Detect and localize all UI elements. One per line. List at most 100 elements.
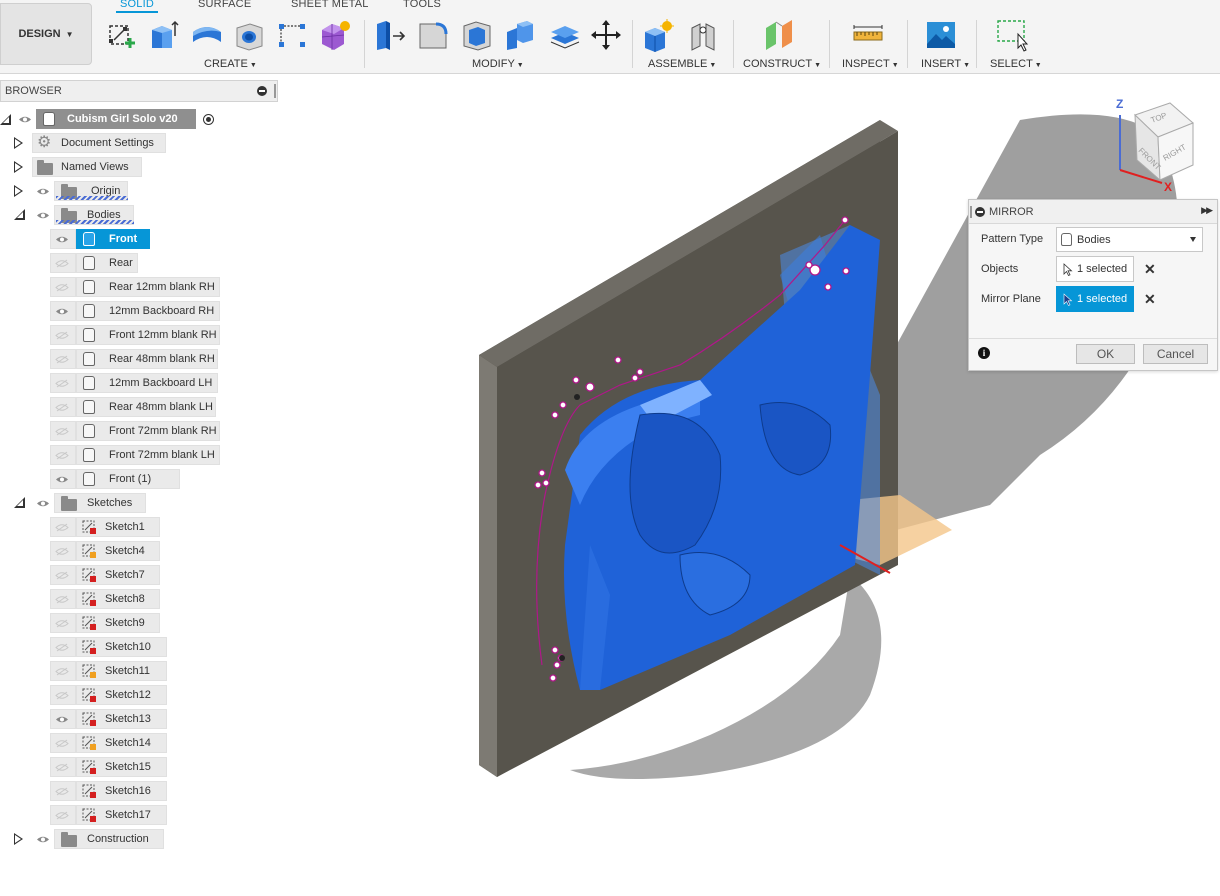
tab-solid[interactable]: SOLID <box>116 0 159 13</box>
eye-icon[interactable] <box>55 235 69 244</box>
eye-hidden-icon[interactable] <box>55 667 69 676</box>
browser-named-views[interactable]: Named Views <box>32 157 142 177</box>
move-icon[interactable] <box>589 18 623 52</box>
extrude-icon[interactable] <box>146 18 180 52</box>
browser-body-item[interactable]: Rear 48mm blank RH <box>76 349 218 369</box>
browser-body-item[interactable]: Front 72mm blank RH <box>76 421 220 441</box>
browser-document-settings[interactable]: ⚙ Document Settings <box>32 133 166 153</box>
browser-sketch-item[interactable]: Sketch14 <box>76 733 167 753</box>
new-component-icon[interactable] <box>641 18 675 52</box>
eye-hidden-icon[interactable] <box>55 619 69 628</box>
browser-sketch-item[interactable]: Sketch9 <box>76 613 160 633</box>
browser-body-item[interactable]: Front (1) <box>76 469 180 489</box>
offset-face-icon[interactable] <box>547 18 581 52</box>
browser-sketch-item[interactable]: Sketch13 <box>76 709 167 729</box>
browser-body-item[interactable]: Rear 12mm blank RH <box>76 277 220 297</box>
browser-sketch-item[interactable]: Sketch12 <box>76 685 167 705</box>
eye-hidden-icon[interactable] <box>55 523 69 532</box>
shell-icon[interactable] <box>460 18 494 52</box>
insert-image-icon[interactable] <box>924 18 958 52</box>
browser-body-item[interactable]: 12mm Backboard RH <box>76 301 220 321</box>
eye-hidden-icon[interactable] <box>55 355 69 364</box>
eye-icon[interactable] <box>36 835 50 844</box>
eye-hidden-icon[interactable] <box>55 763 69 772</box>
browser-sketch-item[interactable]: Sketch15 <box>76 757 167 777</box>
assemble-menu[interactable]: ASSEMBLE ▼ <box>648 58 716 70</box>
eye-hidden-icon[interactable] <box>55 451 69 460</box>
joint-icon[interactable] <box>686 18 720 52</box>
eye-hidden-icon[interactable] <box>55 691 69 700</box>
construct-menu[interactable]: CONSTRUCT ▼ <box>743 58 821 70</box>
eye-hidden-icon[interactable] <box>55 739 69 748</box>
browser-construction-folder[interactable]: Construction <box>54 829 164 849</box>
collapse-icon[interactable] <box>14 209 25 220</box>
eye-icon[interactable] <box>36 187 50 196</box>
expand-icon[interactable] <box>14 185 23 197</box>
eye-icon[interactable] <box>55 307 69 316</box>
tab-sheet-metal[interactable]: SHEET METAL <box>291 0 369 10</box>
expand-icon[interactable] <box>14 833 23 845</box>
browser-resize-grip[interactable] <box>274 84 276 98</box>
browser-body-item[interactable]: Front <box>76 229 150 249</box>
collapse-icon[interactable] <box>14 497 25 508</box>
clear-mirror-plane-icon[interactable]: ✕ <box>1144 291 1156 308</box>
browser-body-item[interactable]: Rear 48mm blank LH <box>76 397 216 417</box>
eye-icon[interactable] <box>55 715 69 724</box>
browser-sketch-item[interactable]: Sketch7 <box>76 565 160 585</box>
browser-body-item[interactable]: Front 72mm blank LH <box>76 445 220 465</box>
eye-hidden-icon[interactable] <box>55 571 69 580</box>
eye-hidden-icon[interactable] <box>55 643 69 652</box>
select-window-icon[interactable] <box>996 18 1030 52</box>
browser-sketch-item[interactable]: Sketch17 <box>76 805 167 825</box>
collapse-dialog-icon[interactable] <box>975 206 985 217</box>
modify-menu[interactable]: MODIFY ▼ <box>472 58 524 70</box>
create-sketch-icon[interactable] <box>104 18 138 52</box>
combine-icon[interactable] <box>503 18 537 52</box>
eye-hidden-icon[interactable] <box>55 547 69 556</box>
clear-objects-icon[interactable]: ✕ <box>1144 261 1156 278</box>
browser-sketch-item[interactable]: Sketch11 <box>76 661 167 681</box>
eye-hidden-icon[interactable] <box>55 595 69 604</box>
expand-icon[interactable] <box>14 161 23 173</box>
tab-surface[interactable]: SURFACE <box>198 0 251 10</box>
eye-icon[interactable] <box>36 211 50 220</box>
info-icon[interactable]: i <box>978 347 990 359</box>
mirror-plane-selection-button[interactable]: 1 selected <box>1056 286 1134 312</box>
browser-sketch-item[interactable]: Sketch1 <box>76 517 160 537</box>
select-menu[interactable]: SELECT ▼ <box>990 58 1042 70</box>
pattern-type-select[interactable]: Bodies <box>1056 227 1203 252</box>
browser-body-item[interactable]: 12mm Backboard LH <box>76 373 218 393</box>
insert-menu[interactable]: INSERT ▼ <box>921 58 970 70</box>
create-menu[interactable]: CREATE ▼ <box>204 58 257 70</box>
browser-body-item[interactable]: Rear <box>76 253 138 273</box>
browser-root-node[interactable]: Cubism Girl Solo v20 <box>36 109 196 129</box>
browser-sketch-item[interactable]: Sketch8 <box>76 589 160 609</box>
browser-sketch-item[interactable]: Sketch4 <box>76 541 160 561</box>
eye-icon[interactable] <box>36 499 50 508</box>
activate-radio-icon[interactable] <box>203 114 214 125</box>
measure-icon[interactable] <box>851 18 885 52</box>
eye-hidden-icon[interactable] <box>55 283 69 292</box>
eye-hidden-icon[interactable] <box>55 787 69 796</box>
ok-button[interactable]: OK <box>1076 344 1135 364</box>
pattern-icon[interactable] <box>275 18 309 52</box>
eye-hidden-icon[interactable] <box>55 427 69 436</box>
eye-hidden-icon[interactable] <box>55 811 69 820</box>
objects-selection-button[interactable]: 1 selected <box>1056 256 1134 282</box>
eye-hidden-icon[interactable] <box>55 331 69 340</box>
press-pull-icon[interactable] <box>372 18 406 52</box>
dialog-grip[interactable] <box>970 206 972 218</box>
inspect-menu[interactable]: INSPECT ▼ <box>842 58 899 70</box>
eye-hidden-icon[interactable] <box>55 403 69 412</box>
fillet-icon[interactable] <box>416 18 450 52</box>
hole-icon[interactable] <box>232 18 266 52</box>
tab-tools[interactable]: TOOLS <box>403 0 441 10</box>
eye-icon[interactable] <box>18 115 32 124</box>
revolve-icon[interactable] <box>190 18 224 52</box>
cancel-button[interactable]: Cancel <box>1143 344 1208 364</box>
offset-plane-icon[interactable] <box>762 18 796 52</box>
browser-sketches-folder[interactable]: Sketches <box>54 493 146 513</box>
collapse-browser-icon[interactable] <box>257 86 267 96</box>
eye-hidden-icon[interactable] <box>55 379 69 388</box>
eye-hidden-icon[interactable] <box>55 259 69 268</box>
